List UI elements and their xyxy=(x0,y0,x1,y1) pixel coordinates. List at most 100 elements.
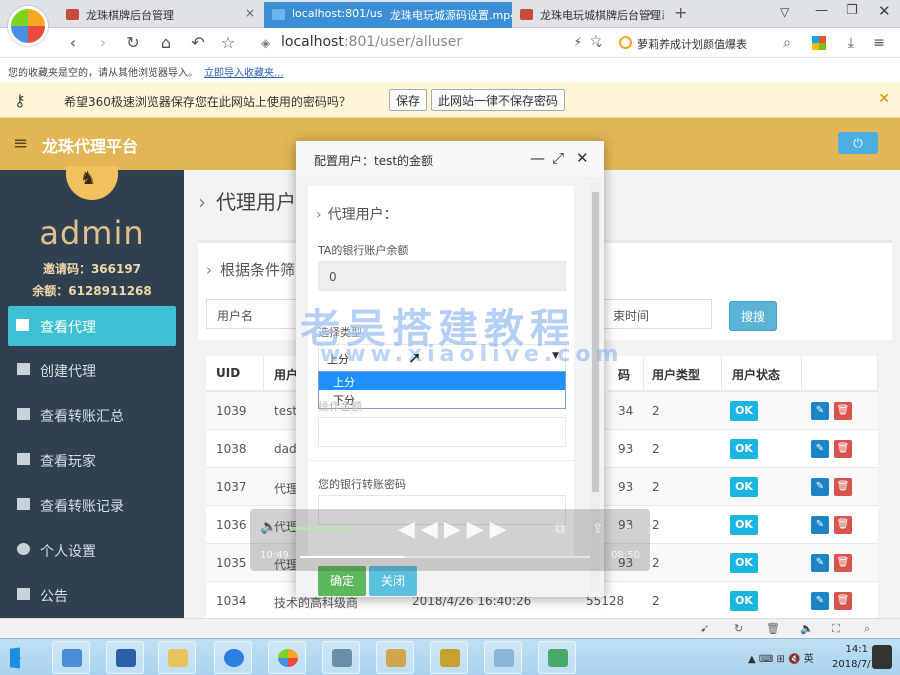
search-button[interactable]: 搜搜 xyxy=(729,301,777,331)
restore-icon[interactable]: ❐ xyxy=(846,3,858,18)
sidebar-item-players[interactable]: 查看玩家 xyxy=(0,440,184,480)
fast-forward-icon[interactable]: ▶▶ xyxy=(467,517,513,542)
taskbar-app-notepad[interactable] xyxy=(538,641,576,674)
close-tab-icon[interactable]: × xyxy=(646,6,656,20)
start-icon[interactable] xyxy=(10,647,21,669)
maximize-icon[interactable]: ⤢ xyxy=(552,149,564,167)
rewind-icon[interactable]: ◀◀ xyxy=(398,517,444,542)
star-icon[interactable]: ☆ xyxy=(217,32,239,54)
close-icon[interactable]: ✕ xyxy=(878,91,890,107)
fullscreen-icon[interactable]: ⛶ xyxy=(832,622,840,636)
volume-slider[interactable] xyxy=(290,527,350,530)
status-ok-button[interactable]: OK xyxy=(730,515,758,535)
edit-icon[interactable]: ✎ xyxy=(811,592,829,610)
delete-icon[interactable]: 🗑 xyxy=(834,516,852,534)
amount-input[interactable] xyxy=(318,417,566,447)
skin-icon[interactable]: ▽ xyxy=(780,5,789,19)
close-tab-icon[interactable]: × xyxy=(245,6,255,20)
notification-icon[interactable] xyxy=(872,645,892,669)
share-icon[interactable]: ⇪ xyxy=(592,521,604,537)
menu-icon[interactable]: ≡ xyxy=(868,32,890,54)
close-window-icon[interactable]: ✕ xyxy=(878,2,891,20)
undo-icon[interactable]: ↶ xyxy=(187,32,209,54)
delete-icon[interactable]: 🗑 xyxy=(834,554,852,572)
taskbar-app-baidu[interactable] xyxy=(214,641,252,674)
logout-button[interactable]: ⏻ xyxy=(838,132,878,154)
status-ok-button[interactable]: OK xyxy=(730,401,758,421)
tray-volume-icon[interactable]: 🔇 xyxy=(788,654,804,665)
edit-icon[interactable]: ✎ xyxy=(811,554,829,572)
sidebar-item-create-agent[interactable]: 创建代理 xyxy=(0,350,184,390)
taskbar-app-monitor[interactable] xyxy=(430,641,468,674)
sidebar-item-notice[interactable]: 公告 xyxy=(0,575,184,615)
hamburger-icon[interactable]: ≡ xyxy=(13,133,28,154)
delete-icon[interactable]: 🗑 xyxy=(834,402,852,420)
video-progress[interactable] xyxy=(300,556,590,558)
zoom-icon[interactable]: ⌕ xyxy=(864,622,870,636)
back-icon[interactable]: ‹ xyxy=(62,32,84,54)
edit-icon[interactable]: ✎ xyxy=(811,478,829,496)
sidebar-item-view-agents[interactable]: 查看代理 xyxy=(8,306,176,346)
status-ok-button[interactable]: OK xyxy=(730,591,758,611)
minimize-icon[interactable]: — xyxy=(530,149,545,167)
refresh-icon[interactable]: ↻ xyxy=(734,622,743,635)
speaker-icon[interactable]: 🔈 xyxy=(800,622,814,635)
edit-icon[interactable]: ✎ xyxy=(811,516,829,534)
end-time-input[interactable]: 束时间 xyxy=(602,299,712,329)
delete-icon[interactable]: 🗑 xyxy=(834,440,852,458)
new-tab-button[interactable]: + xyxy=(674,3,687,22)
tab-system[interactable]: 龙珠电玩城棋牌后台管理系统× xyxy=(512,2,664,28)
taskbar-app-editor[interactable] xyxy=(484,641,522,674)
pip-icon[interactable]: ⧉ xyxy=(555,521,565,537)
forward-icon[interactable]: › xyxy=(92,32,114,54)
delete-icon[interactable]: 🗑 xyxy=(834,478,852,496)
tab-alluser[interactable]: localhost:801/user/alluser xyxy=(264,2,382,28)
username-filter-input[interactable]: 用户名 xyxy=(206,299,306,329)
sidebar-item-label: 创建代理 xyxy=(40,364,96,380)
system-clock[interactable]: 14:1 2018/7/14 xyxy=(832,642,883,672)
browser-logo-icon[interactable] xyxy=(8,6,48,46)
tray-up-icon[interactable]: ▲ xyxy=(748,654,759,665)
tab-video[interactable]: 龙珠电玩城源码设置.mp4 xyxy=(382,2,512,28)
magnifier-icon[interactable]: ⌕ xyxy=(776,32,798,54)
rocket-icon[interactable]: ➹ xyxy=(700,622,709,635)
tray-network-icon[interactable]: ⊞ xyxy=(777,654,789,665)
tray-keyboard-icon[interactable]: ⌨ xyxy=(759,654,777,665)
taskbar-app-tools[interactable] xyxy=(376,641,414,674)
apps-icon[interactable] xyxy=(812,36,826,50)
reload-icon[interactable]: ↻ xyxy=(122,32,144,54)
status-ok-button[interactable]: OK xyxy=(730,553,758,573)
edit-icon[interactable]: ✎ xyxy=(811,402,829,420)
import-bookmarks-link[interactable]: 立即导入收藏夹... xyxy=(204,68,284,79)
status-ok-button[interactable]: OK xyxy=(730,477,758,497)
download-icon[interactable]: ⤓ xyxy=(840,32,862,54)
sidebar-item-settings[interactable]: 个人设置 xyxy=(0,530,184,570)
more-icon[interactable]: » xyxy=(624,519,633,535)
delete-icon[interactable]: 🗑 xyxy=(834,592,852,610)
taskbar-app-server[interactable] xyxy=(322,641,360,674)
taskbar-app-network[interactable] xyxy=(52,641,90,674)
edit-icon[interactable]: ✎ xyxy=(811,440,829,458)
minimize-icon[interactable]: — xyxy=(815,3,828,18)
status-ok-button[interactable]: OK xyxy=(730,439,758,459)
search-box[interactable]: 萝莉养成计划颜值爆表 xyxy=(615,32,800,54)
playback-controls[interactable]: ◀◀▶▶▶ xyxy=(398,517,513,542)
play-icon[interactable]: ▶ xyxy=(444,517,467,542)
save-password-button[interactable]: 保存 xyxy=(389,89,428,111)
never-save-button[interactable]: 此网站一律不保存密码 xyxy=(431,89,566,111)
sidebar-item-transfer-summary[interactable]: 查看转账汇总 xyxy=(0,395,184,435)
address-bar[interactable]: ◈ localhost:801/user/alluser ⚡ ☆ xyxy=(255,31,610,55)
volume-icon[interactable]: 🔈 xyxy=(260,519,277,535)
ime-indicator[interactable]: 英 xyxy=(804,654,814,665)
sidebar-item-transfer-records[interactable]: 查看转账记录 xyxy=(0,485,184,525)
option-add[interactable]: 上分 xyxy=(319,372,565,390)
trash-icon[interactable]: 🗑 xyxy=(766,622,780,635)
home-icon[interactable]: ⌂ xyxy=(155,32,177,54)
close-icon[interactable]: ✕ xyxy=(576,149,589,167)
taskbar-app-powershell[interactable] xyxy=(106,641,144,674)
chevron-down-icon[interactable]: ⌄ xyxy=(588,32,610,54)
taskbar-app-explorer[interactable] xyxy=(158,641,196,674)
tab-admin[interactable]: 龙珠棋牌后台管理 × xyxy=(58,2,263,28)
taskbar-app-360[interactable] xyxy=(268,641,306,674)
lightning-icon[interactable]: ⚡ xyxy=(574,35,582,49)
